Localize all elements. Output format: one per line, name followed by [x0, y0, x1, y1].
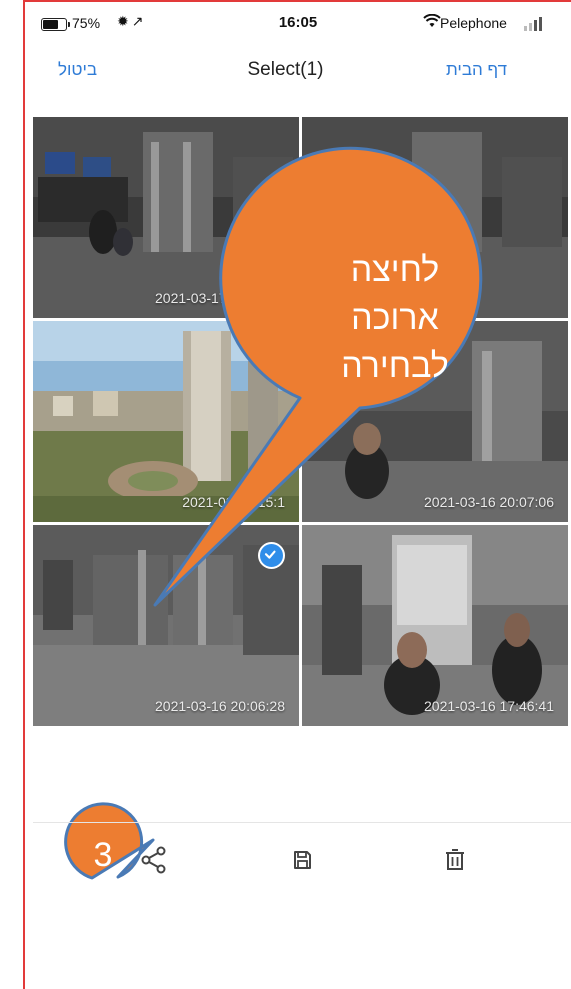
callout-line: ארוכה [351, 299, 439, 337]
toolbar-divider [33, 822, 571, 823]
photo-timestamp: 2021-03-16 20:06:28 [155, 698, 285, 714]
save-icon [294, 851, 311, 869]
delete-button[interactable] [438, 843, 472, 877]
status-bar: 75% ✹↗ 16:05 Pelephone [25, 0, 571, 48]
signal-icon [522, 17, 558, 31]
photo-grid: 2021-03-17 15:40:04 2021-03-17 15:1 2021… [33, 117, 568, 727]
photo-thumbnail[interactable]: 2021-03-16 17:46:41 [302, 525, 568, 726]
delete-icon [446, 849, 464, 870]
share-button[interactable] [137, 843, 171, 877]
save-button[interactable] [285, 843, 319, 877]
photo-thumbnail[interactable]: 2021-03-17 15:40:04 [33, 117, 299, 318]
carrier-name: Pelephone [440, 15, 507, 31]
selected-check-icon[interactable] [258, 542, 285, 569]
photo-timestamp: 2021-03-16 20:07:06 [424, 494, 554, 510]
callout-line: לחיצה [350, 251, 440, 289]
page-frame-left [23, 0, 25, 989]
photo-timestamp: 2021-03-17 15:1 [182, 494, 285, 510]
wifi-icon [423, 13, 441, 32]
photo-timestamp: 2021-03-16 17:46:41 [424, 698, 554, 714]
home-button[interactable]: דף הבית [446, 60, 507, 80]
photo-timestamp: 2021-03-17 15:40:04 [155, 290, 285, 306]
long-press-callout-text: לחיצה ארוכה לבחירה [270, 246, 520, 390]
step-number: 3 [93, 836, 113, 874]
callout-line: לבחירה [341, 347, 449, 385]
share-icon [141, 846, 166, 874]
photo-thumbnail[interactable]: 2021-03-17 15:1 [33, 321, 299, 522]
photo-thumbnail-selected[interactable]: 2021-03-16 20:06:28 [33, 525, 299, 726]
